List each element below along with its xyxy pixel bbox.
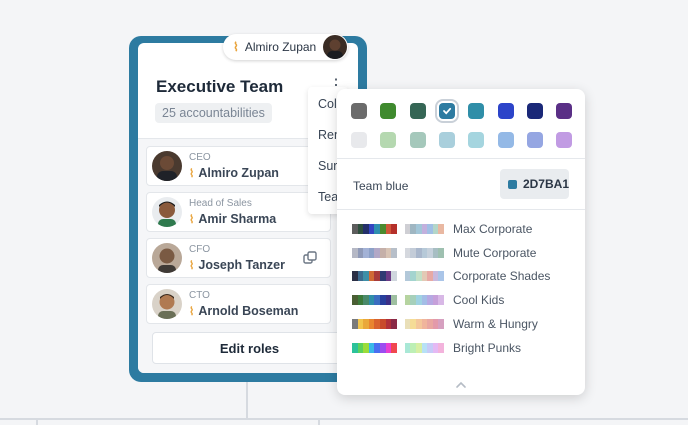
avatar — [152, 197, 182, 227]
menu-item[interactable]: Tea — [318, 190, 338, 204]
color-swatch[interactable] — [497, 132, 514, 148]
color-swatch[interactable] — [438, 132, 455, 148]
role-card[interactable]: CFO ⌇ Joseph Tanzer — [146, 238, 331, 278]
checkmark-icon — [439, 103, 455, 119]
palette-name[interactable]: Bright Punks — [453, 341, 521, 355]
role-name: ⌇ Amir Sharma — [189, 212, 277, 226]
team-title: Executive Team — [156, 77, 284, 96]
palette-strip[interactable] — [352, 271, 444, 282]
color-swatch[interactable] — [556, 103, 573, 119]
color-picker: Team blue 2D7BA1 Max Corporate Mute Corpo… — [337, 89, 585, 395]
role-name: ⌇ Almiro Zupan — [189, 166, 279, 180]
owner-name: Almiro Zupan — [244, 40, 317, 54]
palette-color — [438, 342, 444, 353]
role-card[interactable]: CTO ⌇ Arnold Boseman — [146, 284, 331, 324]
color-swatch[interactable] — [497, 103, 514, 119]
color-swatch[interactable] — [468, 103, 485, 119]
avatar — [152, 151, 182, 181]
pulse-icon: ⌇ — [189, 214, 195, 226]
palette-strip[interactable] — [352, 318, 444, 329]
role-name: ⌇ Joseph Tanzer — [189, 258, 285, 272]
tick-line — [36, 418, 38, 425]
avatar — [323, 35, 347, 59]
color-swatch[interactable] — [409, 132, 426, 148]
palette-color — [438, 271, 444, 282]
palette-gap — [397, 343, 405, 353]
role-card[interactable]: CEO ⌇ Almiro Zupan — [146, 146, 331, 186]
menu-item[interactable]: Sur — [318, 159, 337, 173]
color-swatch[interactable] — [380, 103, 397, 119]
color-swatch[interactable] — [351, 132, 367, 148]
color-swatch[interactable] — [556, 132, 573, 148]
role-name: ⌇ Arnold Boseman — [189, 304, 299, 318]
hex-value: 2D7BA1 — [522, 177, 569, 191]
connector-line — [246, 382, 248, 418]
palette-gap — [397, 248, 405, 258]
color-preview — [508, 179, 517, 189]
color-swatch[interactable] — [526, 132, 543, 148]
color-swatch[interactable] — [409, 103, 426, 119]
palette-strip[interactable] — [352, 224, 444, 234]
divider — [337, 158, 585, 159]
role-title: Head of Sales — [189, 198, 252, 209]
color-swatch[interactable] — [434, 99, 459, 123]
ground-line — [0, 418, 688, 420]
palette-gap — [397, 224, 405, 234]
divider — [337, 209, 585, 210]
team-color-label: Team blue — [353, 179, 409, 193]
pulse-icon: ⌇ — [189, 260, 195, 272]
tick-line — [318, 418, 320, 425]
color-swatch[interactable] — [468, 132, 485, 148]
pulse-icon: ⌇ — [189, 306, 195, 318]
palette-name[interactable]: Max Corporate — [453, 222, 532, 236]
avatar — [152, 289, 182, 319]
palette-strip[interactable] — [352, 342, 444, 353]
palette-color — [438, 247, 444, 258]
palette-gap — [397, 271, 405, 281]
palette-color — [438, 318, 444, 329]
chevron-up-icon[interactable] — [455, 376, 467, 388]
menu-item[interactable]: Col — [318, 97, 337, 111]
color-swatch[interactable] — [351, 103, 367, 119]
pulse-icon: ⌇ — [233, 40, 239, 54]
copy-icon[interactable] — [303, 251, 317, 265]
role-title: CEO — [189, 152, 211, 163]
palette-color — [438, 295, 444, 306]
role-title: CTO — [189, 290, 210, 301]
role-title: CFO — [189, 244, 211, 255]
palette-strip[interactable] — [352, 247, 444, 258]
palette-name[interactable]: Corporate Shades — [453, 269, 550, 283]
hex-color-field[interactable]: 2D7BA1 — [500, 169, 569, 199]
palette-name[interactable]: Cool Kids — [453, 293, 504, 307]
owner-chip[interactable]: ⌇ Almiro Zupan — [223, 34, 348, 60]
palette-gap — [397, 319, 405, 329]
palette-name[interactable]: Mute Corporate — [453, 246, 536, 260]
palette-color — [438, 224, 444, 234]
palette-gap — [397, 295, 405, 305]
accountabilities-badge: 25 accountabilities — [155, 103, 272, 123]
color-swatch[interactable] — [526, 103, 543, 119]
role-card[interactable]: Head of Sales ⌇ Amir Sharma — [146, 192, 331, 232]
color-swatch[interactable] — [380, 132, 397, 148]
edit-roles-button[interactable]: Edit roles — [152, 332, 347, 364]
palette-strip[interactable] — [352, 295, 444, 306]
palette-name[interactable]: Warm & Hungry — [453, 317, 538, 331]
pulse-icon: ⌇ — [189, 168, 195, 180]
avatar — [152, 243, 182, 273]
